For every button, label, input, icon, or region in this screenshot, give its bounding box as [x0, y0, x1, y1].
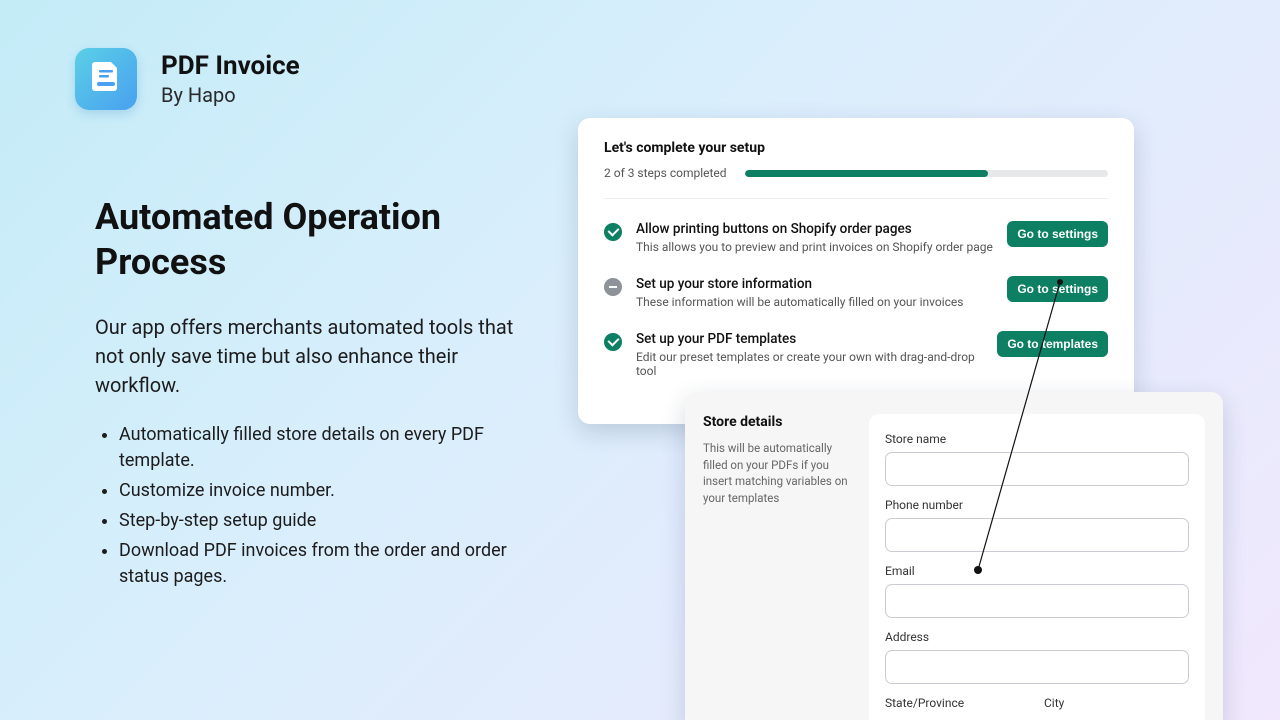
- feature-list: Automatically filled store details on ev…: [95, 422, 545, 591]
- minus-icon: [604, 278, 622, 296]
- progress-label: 2 of 3 steps completed: [604, 166, 727, 180]
- step-desc: This allows you to preview and print inv…: [636, 240, 993, 254]
- headline: Automated Operation Process: [95, 195, 545, 285]
- list-item: Automatically filled store details on ev…: [119, 422, 545, 474]
- step-desc: These information will be automatically …: [636, 295, 993, 309]
- state-label: State/Province: [885, 696, 1030, 710]
- step-text: Set up your store information These info…: [636, 276, 993, 309]
- list-item: Download PDF invoices from the order and…: [119, 538, 545, 590]
- app-header: PDF Invoice By Hapo: [75, 48, 300, 110]
- check-icon: [604, 333, 622, 351]
- store-details-note: This will be automatically filled on you…: [703, 440, 851, 507]
- step-title: Set up your store information: [636, 276, 993, 292]
- city-label: City: [1044, 696, 1189, 710]
- app-logo-icon: [75, 48, 137, 110]
- setup-card: Let's complete your setup 2 of 3 steps c…: [578, 118, 1134, 424]
- store-details-title: Store details: [703, 414, 851, 430]
- step-desc: Edit our preset templates or create your…: [636, 350, 983, 378]
- go-to-settings-button[interactable]: Go to settings: [1007, 221, 1108, 247]
- setup-step-1: Allow printing buttons on Shopify order …: [604, 221, 1108, 254]
- email-input[interactable]: [885, 584, 1189, 618]
- address-label: Address: [885, 630, 1189, 644]
- progress-bar: [745, 170, 1108, 177]
- phone-input[interactable]: [885, 518, 1189, 552]
- go-to-settings-button[interactable]: Go to settings: [1007, 276, 1108, 302]
- store-name-input[interactable]: [885, 452, 1189, 486]
- setup-step-2: Set up your store information These info…: [604, 276, 1108, 309]
- store-details-sidebar: Store details This will be automatically…: [703, 414, 851, 720]
- setup-step-3: Set up your PDF templates Edit our prese…: [604, 331, 1108, 378]
- go-to-templates-button[interactable]: Go to templates: [997, 331, 1108, 357]
- check-icon: [604, 223, 622, 241]
- step-text: Allow printing buttons on Shopify order …: [636, 221, 993, 254]
- step-title: Allow printing buttons on Shopify order …: [636, 221, 993, 237]
- phone-label: Phone number: [885, 498, 1189, 512]
- store-name-label: Store name: [885, 432, 1189, 446]
- list-item: Customize invoice number.: [119, 478, 545, 504]
- store-details-card: Store details This will be automatically…: [685, 392, 1223, 720]
- setup-title: Let's complete your setup: [604, 140, 1108, 156]
- list-item: Step-by-step setup guide: [119, 508, 545, 534]
- progress-row: 2 of 3 steps completed: [604, 166, 1108, 199]
- app-titles: PDF Invoice By Hapo: [161, 51, 300, 107]
- description: Our app offers merchants automated tools…: [95, 313, 545, 400]
- marketing-column: Automated Operation Process Our app offe…: [95, 195, 545, 595]
- store-details-form: Store name Phone number Email Address St…: [869, 414, 1205, 720]
- app-subtitle: By Hapo: [161, 83, 300, 107]
- app-title: PDF Invoice: [161, 51, 300, 81]
- email-label: Email: [885, 564, 1189, 578]
- step-text: Set up your PDF templates Edit our prese…: [636, 331, 983, 378]
- address-input[interactable]: [885, 650, 1189, 684]
- step-title: Set up your PDF templates: [636, 331, 983, 347]
- progress-fill: [745, 170, 989, 177]
